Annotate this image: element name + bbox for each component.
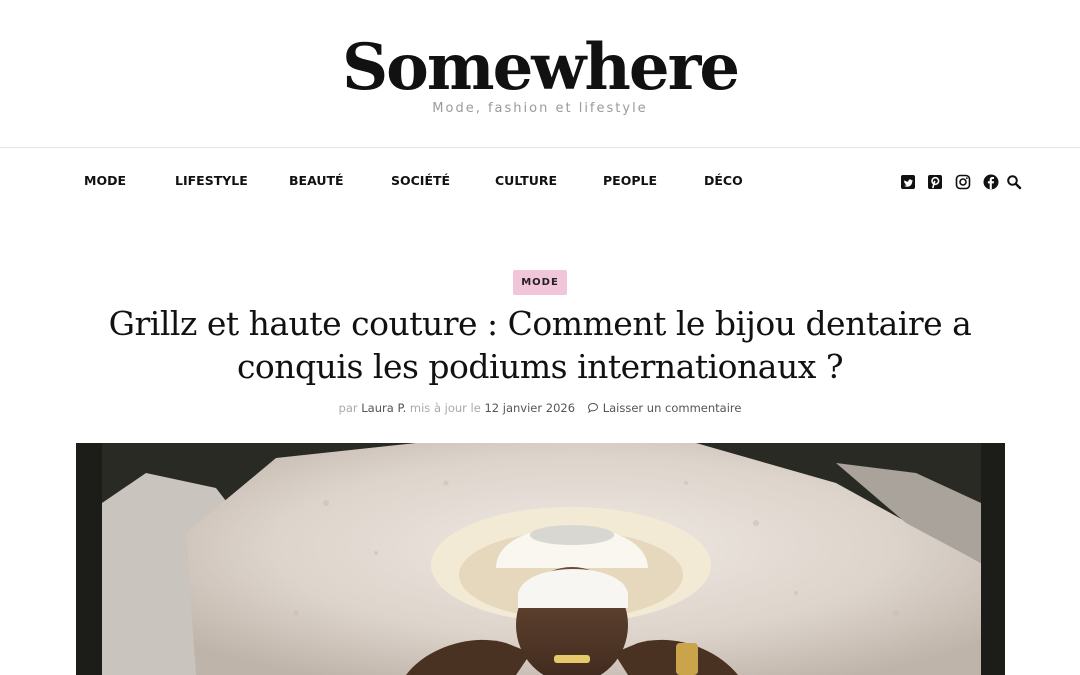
nav-item-societe[interactable]: SOCIÉTÉ [391, 173, 450, 188]
nav-item-people[interactable]: PEOPLE [603, 173, 657, 188]
site-title[interactable]: Somewhere [0, 28, 1080, 108]
nav-item-culture[interactable]: CULTURE [495, 173, 557, 188]
meta-by-prefix: par [338, 401, 358, 415]
nav-item-mode[interactable]: MODE [84, 173, 126, 188]
site-header: Somewhere Mode, fashion et lifestyle [0, 0, 1080, 148]
featured-image [76, 443, 1005, 675]
pinterest-icon[interactable] [927, 174, 943, 190]
nav-item-deco[interactable]: DÉCO [704, 173, 743, 188]
meta-updated-prefix: mis à jour le [409, 401, 481, 415]
facebook-icon[interactable] [983, 174, 999, 190]
article-title: Grillz et haute couture : Comment le bij… [108, 304, 972, 386]
search-icon[interactable] [1006, 174, 1022, 190]
site-tagline: Mode, fashion et lifestyle [432, 101, 648, 116]
article-date: 12 janvier 2026 [484, 401, 576, 415]
comment-icon [587, 402, 599, 417]
main-nav: MODE LIFESTYLE BEAUTÉ SOCIÉTÉ CULTURE PE… [0, 148, 1080, 214]
nav-item-beaute[interactable]: BEAUTÉ [289, 173, 344, 188]
instagram-icon[interactable] [955, 174, 971, 190]
twitter-icon[interactable] [900, 174, 916, 190]
comment-link[interactable]: Laisser un commentaire [603, 401, 742, 415]
category-badge[interactable]: MODE [513, 270, 567, 295]
nav-item-lifestyle[interactable]: LIFESTYLE [175, 173, 248, 188]
author-link[interactable]: Laura P. [361, 401, 406, 415]
article-meta: par Laura P. mis à jour le 12 janvier 20… [0, 401, 1080, 417]
